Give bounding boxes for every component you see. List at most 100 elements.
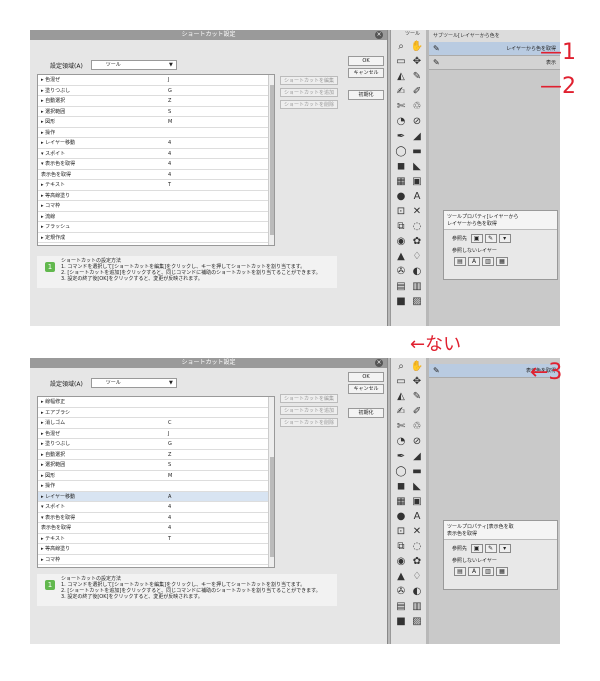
- layer-filter-button[interactable]: A: [468, 257, 480, 266]
- edit-shortcut-button[interactable]: ショートカットを編集: [280, 76, 338, 85]
- setting-area-select[interactable]: ツール ▼: [90, 378, 177, 388]
- close-icon[interactable]: ×: [375, 31, 383, 39]
- tool-icon[interactable]: ◉: [394, 555, 408, 569]
- list-item[interactable]: ▸ 操作: [38, 481, 274, 492]
- tool-icon[interactable]: ♢: [410, 570, 424, 584]
- tool-icon[interactable]: ✍: [394, 405, 408, 419]
- tool-icon[interactable]: ▬: [410, 465, 424, 479]
- list-item[interactable]: ▾ スポイト 4: [38, 502, 274, 513]
- tool-icon[interactable]: ▥: [410, 600, 424, 614]
- tool-icon[interactable]: ◭: [394, 70, 408, 84]
- tool-icon[interactable]: A: [410, 190, 424, 204]
- tool-icon[interactable]: ✍: [394, 85, 408, 99]
- tool-icon[interactable]: ◼: [394, 160, 408, 174]
- tool-icon[interactable]: ✕: [410, 525, 424, 539]
- reference-button[interactable]: ✎: [484, 544, 497, 553]
- tool-icon[interactable]: ✐: [410, 85, 424, 99]
- list-item[interactable]: ▸ 自動選択 Z: [38, 450, 274, 460]
- layer-filter-button[interactable]: ▤: [454, 257, 466, 266]
- tool-icon[interactable]: ◢: [410, 130, 424, 144]
- ok-button[interactable]: OK: [348, 56, 384, 66]
- tool-icon[interactable]: ⊡: [394, 525, 408, 539]
- scrollbar[interactable]: [268, 75, 274, 245]
- tool-icon[interactable]: ✒: [394, 130, 408, 144]
- tool-icon[interactable]: ✥: [410, 55, 424, 69]
- tool-icon[interactable]: ◯: [394, 465, 408, 479]
- tool-icon[interactable]: ▲: [394, 570, 408, 584]
- list-item[interactable]: ▸ 選択範囲 S: [38, 107, 274, 117]
- tool-icon[interactable]: ✄: [394, 100, 408, 114]
- tool-icon[interactable]: ✿: [410, 235, 424, 249]
- tool-icon[interactable]: ▬: [410, 145, 424, 159]
- tool-icon[interactable]: ⌕: [394, 40, 408, 54]
- tool-icon[interactable]: ◐: [410, 265, 424, 279]
- list-item[interactable]: ▸ 図形 M: [38, 117, 274, 128]
- tool-icon[interactable]: ⊡: [394, 205, 408, 219]
- close-icon[interactable]: ×: [375, 359, 383, 367]
- tool-icon[interactable]: ◌: [410, 540, 424, 554]
- tool-icon[interactable]: ▤: [394, 600, 408, 614]
- list-item[interactable]: ▸ テキスト T: [38, 534, 274, 544]
- tool-icon[interactable]: ◣: [410, 160, 424, 174]
- tool-icon[interactable]: ▦: [394, 495, 408, 509]
- tool-icon[interactable]: ▤: [394, 280, 408, 294]
- reset-button[interactable]: 初期化: [348, 90, 384, 100]
- tool-icon[interactable]: ◼: [394, 480, 408, 494]
- tool-icon[interactable]: ✒: [394, 450, 408, 464]
- tool-icon[interactable]: ■: [394, 615, 408, 629]
- list-item[interactable]: ▸ フラッシュ: [38, 222, 274, 233]
- list-item[interactable]: ▸ テキスト T: [38, 180, 274, 191]
- list-item[interactable]: ▸ コマ枠: [38, 201, 274, 212]
- layer-filter-button[interactable]: ▥: [482, 257, 494, 266]
- add-shortcut-button[interactable]: ショートカットを追加: [280, 406, 338, 415]
- tool-icon[interactable]: ▨: [410, 295, 424, 309]
- edit-shortcut-button[interactable]: ショートカットを編集: [280, 394, 338, 403]
- layer-filter-button[interactable]: ▤: [454, 567, 466, 576]
- list-item[interactable]: ▸ 線幅修正: [38, 397, 274, 408]
- list-item[interactable]: ▸ エアブラシ: [38, 408, 274, 418]
- tool-icon[interactable]: ♢: [410, 250, 424, 264]
- layer-filter-button[interactable]: ▥: [482, 567, 494, 576]
- tool-icon[interactable]: ■: [394, 295, 408, 309]
- tool-icon[interactable]: ▭: [394, 55, 408, 69]
- tool-icon[interactable]: ✕: [410, 205, 424, 219]
- list-item[interactable]: ▸ 図形 M: [38, 471, 274, 481]
- reference-button[interactable]: ▾: [498, 234, 511, 243]
- command-list[interactable]: ▸ 線幅修正 ▸ エアブラシ ▸ 消しゴム C ▸ 色混ぜ J ▸ 塗りつぶし G ▸ 自動選択…: [37, 396, 275, 568]
- reference-button[interactable]: ✎: [484, 234, 497, 243]
- tool-icon[interactable]: ⌕: [394, 360, 408, 374]
- layer-filter-button[interactable]: ▦: [496, 257, 508, 266]
- tool-icon[interactable]: ✇: [394, 585, 408, 599]
- tool-icon[interactable]: ▨: [410, 615, 424, 629]
- tool-icon[interactable]: ♲: [410, 420, 424, 434]
- list-item[interactable]: ▾ 表示色を取得 4: [38, 513, 274, 523]
- tool-icon[interactable]: ◢: [410, 450, 424, 464]
- tool-icon[interactable]: ▥: [410, 280, 424, 294]
- tool-icon[interactable]: ⊘: [410, 435, 424, 449]
- tool-icon[interactable]: ✥: [410, 375, 424, 389]
- tool-icon[interactable]: ▦: [394, 175, 408, 189]
- scrollbar-thumb[interactable]: [270, 457, 274, 557]
- tool-icon[interactable]: ◔: [394, 435, 408, 449]
- tool-icon[interactable]: ◯: [394, 145, 408, 159]
- list-item[interactable]: ▸ レイヤー移動 A: [38, 491, 274, 502]
- tool-icon[interactable]: ▣: [410, 495, 424, 509]
- tool-icon[interactable]: ▲: [394, 250, 408, 264]
- delete-shortcut-button[interactable]: ショートカットを削除: [280, 100, 338, 109]
- scrollbar-thumb[interactable]: [270, 85, 274, 235]
- reference-button[interactable]: ▣: [470, 234, 483, 243]
- list-item[interactable]: ▸ コマ枠: [38, 555, 274, 565]
- list-item[interactable]: ▸ 色混ぜ J: [38, 75, 274, 86]
- list-item[interactable]: ▸ 操作: [38, 128, 274, 138]
- tool-icon[interactable]: ●: [394, 510, 408, 524]
- list-item[interactable]: ▸ 塗りつぶし G: [38, 439, 274, 450]
- list-item[interactable]: ▸ 定規作成: [38, 233, 274, 243]
- tool-icon[interactable]: ⧉: [394, 220, 408, 234]
- list-item[interactable]: 表示色を取得 4: [38, 523, 274, 534]
- add-shortcut-button[interactable]: ショートカットを追加: [280, 88, 338, 97]
- tool-icon[interactable]: ▣: [410, 175, 424, 189]
- tool-icon[interactable]: ◐: [410, 585, 424, 599]
- cancel-button[interactable]: キャンセル: [348, 384, 384, 394]
- tool-icon[interactable]: ✿: [410, 555, 424, 569]
- delete-shortcut-button[interactable]: ショートカットを削除: [280, 418, 338, 427]
